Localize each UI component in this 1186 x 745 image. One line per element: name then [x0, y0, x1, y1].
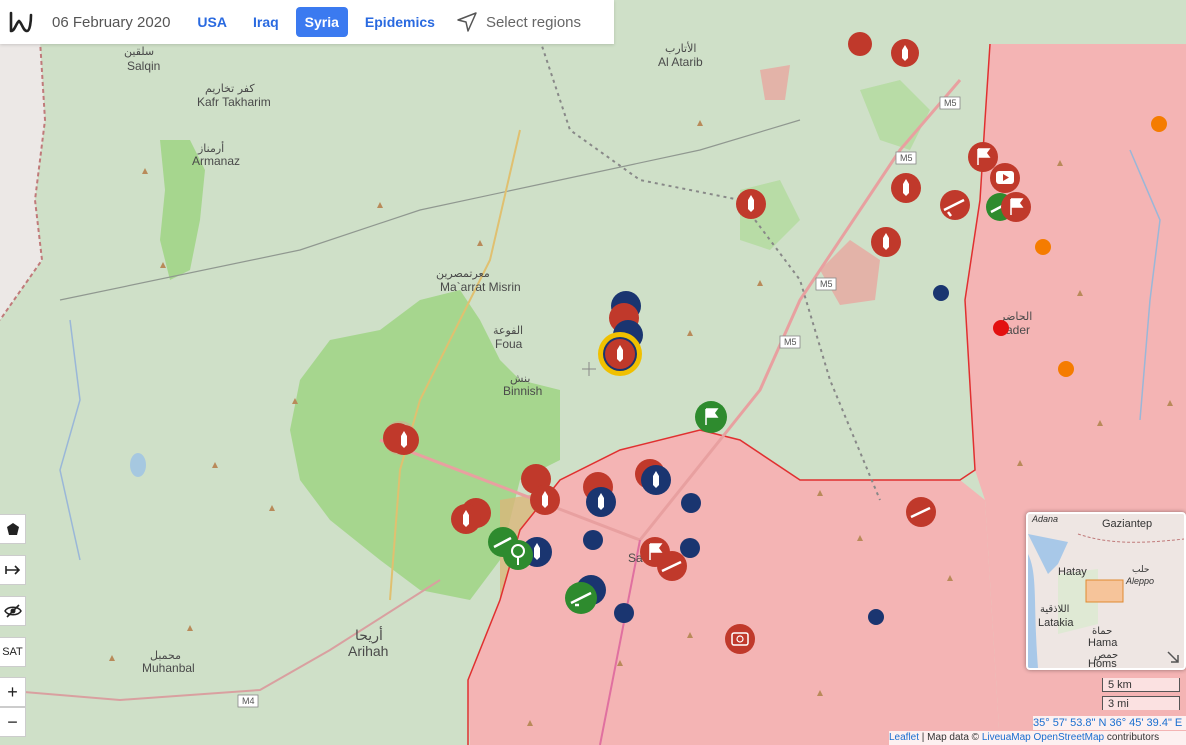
scale-mi: 3 mi: [1102, 696, 1180, 710]
tab-iraq[interactable]: Iraq: [244, 7, 288, 37]
dot-marker-icon[interactable]: [681, 493, 701, 513]
polygon-icon: [6, 523, 19, 535]
artillery-marker-icon[interactable]: [565, 582, 597, 614]
svg-text:Muhanbal: Muhanbal: [142, 661, 195, 675]
missile-marker-selected-icon[interactable]: [598, 332, 642, 376]
cursor-coordinates: 35° 57' 53.8" N 36° 45' 39.4" E: [1033, 716, 1186, 730]
flag-marker-icon[interactable]: [1001, 192, 1031, 222]
svg-text:أريحا: أريحا: [355, 626, 383, 644]
dot-marker-icon[interactable]: [868, 609, 884, 625]
zoom-out-button[interactable]: −: [0, 707, 26, 737]
svg-text:M5: M5: [784, 337, 797, 347]
attribution-contributors: contributors: [1104, 732, 1160, 743]
svg-text:ader: ader: [1006, 323, 1030, 337]
top-bar: 06 February 2020 USA Iraq Syria Epidemic…: [0, 0, 614, 44]
scale-km: 5 km: [1102, 678, 1180, 692]
photo-marker-icon[interactable]: [725, 624, 755, 654]
place-label-foua: الفوعةFoua: [493, 324, 523, 351]
attribution-separator: | Map data ©: [919, 732, 982, 743]
tab-syria[interactable]: Syria: [295, 7, 348, 37]
dot-marker-icon[interactable]: [1035, 239, 1051, 255]
road-shield-m4: M4: [237, 694, 259, 708]
svg-text:M5: M5: [820, 279, 833, 289]
map-canvas[interactable]: M5 M5 M5 M5 M4 سلقينSalqin كفر تخاريمKaf…: [0, 0, 1186, 745]
svg-text:Al Atarib: Al Atarib: [658, 55, 703, 69]
flag-marker-icon[interactable]: [968, 142, 998, 172]
liveuamap-link[interactable]: LiveuaMap: [982, 732, 1031, 743]
svg-text:Armanaz: Armanaz: [192, 154, 240, 168]
svg-text:Foua: Foua: [495, 337, 523, 351]
svg-text:M5: M5: [900, 153, 913, 163]
overview-minimap[interactable]: Adana Gaziantep Hatay حلب Aleppo اللاذقي…: [1026, 512, 1186, 670]
dot-marker-icon[interactable]: [933, 285, 949, 301]
minimap-label-hatay: Hatay: [1058, 566, 1087, 578]
select-regions-button[interactable]: Select regions: [456, 11, 581, 33]
dot-marker-icon[interactable]: [680, 538, 700, 558]
missile-marker-icon[interactable]: [848, 32, 872, 56]
satellite-toggle-button[interactable]: SAT: [0, 637, 26, 667]
minimap-label-adana: Adana: [1031, 514, 1058, 524]
svg-text:أرمناز: أرمناز: [197, 141, 224, 155]
minimap-label-hama: Hama: [1088, 637, 1118, 649]
gun-marker-icon[interactable]: [657, 551, 687, 581]
leaflet-link[interactable]: Leaflet: [889, 732, 919, 743]
svg-text:معرتمصرين: معرتمصرين: [436, 267, 490, 280]
svg-text:Binnish: Binnish: [503, 384, 542, 398]
flag-marker-icon[interactable]: [695, 401, 727, 433]
tab-epidemics[interactable]: Epidemics: [356, 7, 444, 37]
svg-text:Salqin: Salqin: [127, 59, 160, 73]
draw-polygon-button[interactable]: [0, 514, 26, 544]
svg-text:Arihah: Arihah: [348, 643, 388, 659]
missile-marker-icon[interactable]: [891, 39, 919, 67]
select-regions-label: Select regions: [485, 13, 582, 31]
svg-text:الأتارب: الأتارب: [665, 41, 696, 55]
svg-text:M5: M5: [944, 98, 957, 108]
measure-button[interactable]: [0, 555, 26, 585]
place-label-al-atarib: الأتاربAl Atarib: [658, 41, 703, 69]
minimap-canvas: Adana Gaziantep Hatay حلب Aleppo اللاذقي…: [1028, 514, 1184, 668]
video-marker-icon[interactable]: [990, 163, 1020, 193]
map-attribution: Leaflet | Map data © LiveuaMap OpenStree…: [889, 731, 1186, 745]
tab-usa[interactable]: USA: [188, 7, 236, 37]
liveuamap-logo-icon[interactable]: [8, 9, 34, 35]
road-shield-m5: M5: [815, 277, 837, 291]
dot-marker-icon[interactable]: [583, 530, 603, 550]
svg-text:كفر تخاريم: كفر تخاريم: [205, 82, 255, 95]
svg-text:Kafr Takharim: Kafr Takharim: [197, 95, 271, 109]
road-shield-m5: M5: [779, 335, 801, 349]
minimap-label-latakia-ar: اللاذقية: [1040, 604, 1069, 615]
measure-icon: [4, 565, 20, 575]
dot-marker-icon[interactable]: [614, 603, 634, 623]
navigation-arrow-icon: [457, 12, 477, 32]
eye-slash-icon: [3, 604, 22, 618]
place-label-arihah: أريحاArihah: [348, 626, 388, 659]
current-date: 06 February 2020: [52, 13, 171, 31]
svg-text:M4: M4: [242, 696, 255, 706]
gun-marker-icon[interactable]: [940, 190, 970, 220]
minimap-label-gaziantep: Gaziantep: [1102, 518, 1152, 530]
svg-text:Ma`arrat Misrin: Ma`arrat Misrin: [440, 280, 521, 294]
dot-marker-icon[interactable]: [1151, 116, 1167, 132]
road-shield-m5: M5: [895, 151, 917, 165]
openstreetmap-link[interactable]: OpenStreetMap: [1034, 732, 1105, 743]
missile-marker-icon[interactable]: [871, 227, 901, 257]
svg-text:سلقين: سلقين: [124, 45, 154, 58]
dot-marker-icon[interactable]: [1058, 361, 1074, 377]
road-shield-m5: M5: [939, 96, 961, 110]
gun-marker-icon[interactable]: [906, 497, 936, 527]
zoom-in-button[interactable]: +: [0, 677, 26, 707]
hide-layer-button[interactable]: [0, 596, 26, 626]
minimap-label-aleppo: Aleppo: [1125, 576, 1154, 586]
minimap-label-latakia: Latakia: [1038, 617, 1074, 629]
minimap-label-homs: Homs: [1088, 658, 1117, 668]
dot-marker-icon[interactable]: [993, 320, 1009, 336]
tree-marker-icon[interactable]: [503, 540, 533, 570]
missile-marker-icon[interactable]: [736, 189, 766, 219]
missile-marker-icon[interactable]: [891, 173, 921, 203]
minimap-label-hama-ar: حماة: [1092, 626, 1112, 637]
minimap-label-aleppo-ar: حلب: [1132, 565, 1149, 575]
svg-text:الفوعة: الفوعة: [493, 324, 523, 337]
